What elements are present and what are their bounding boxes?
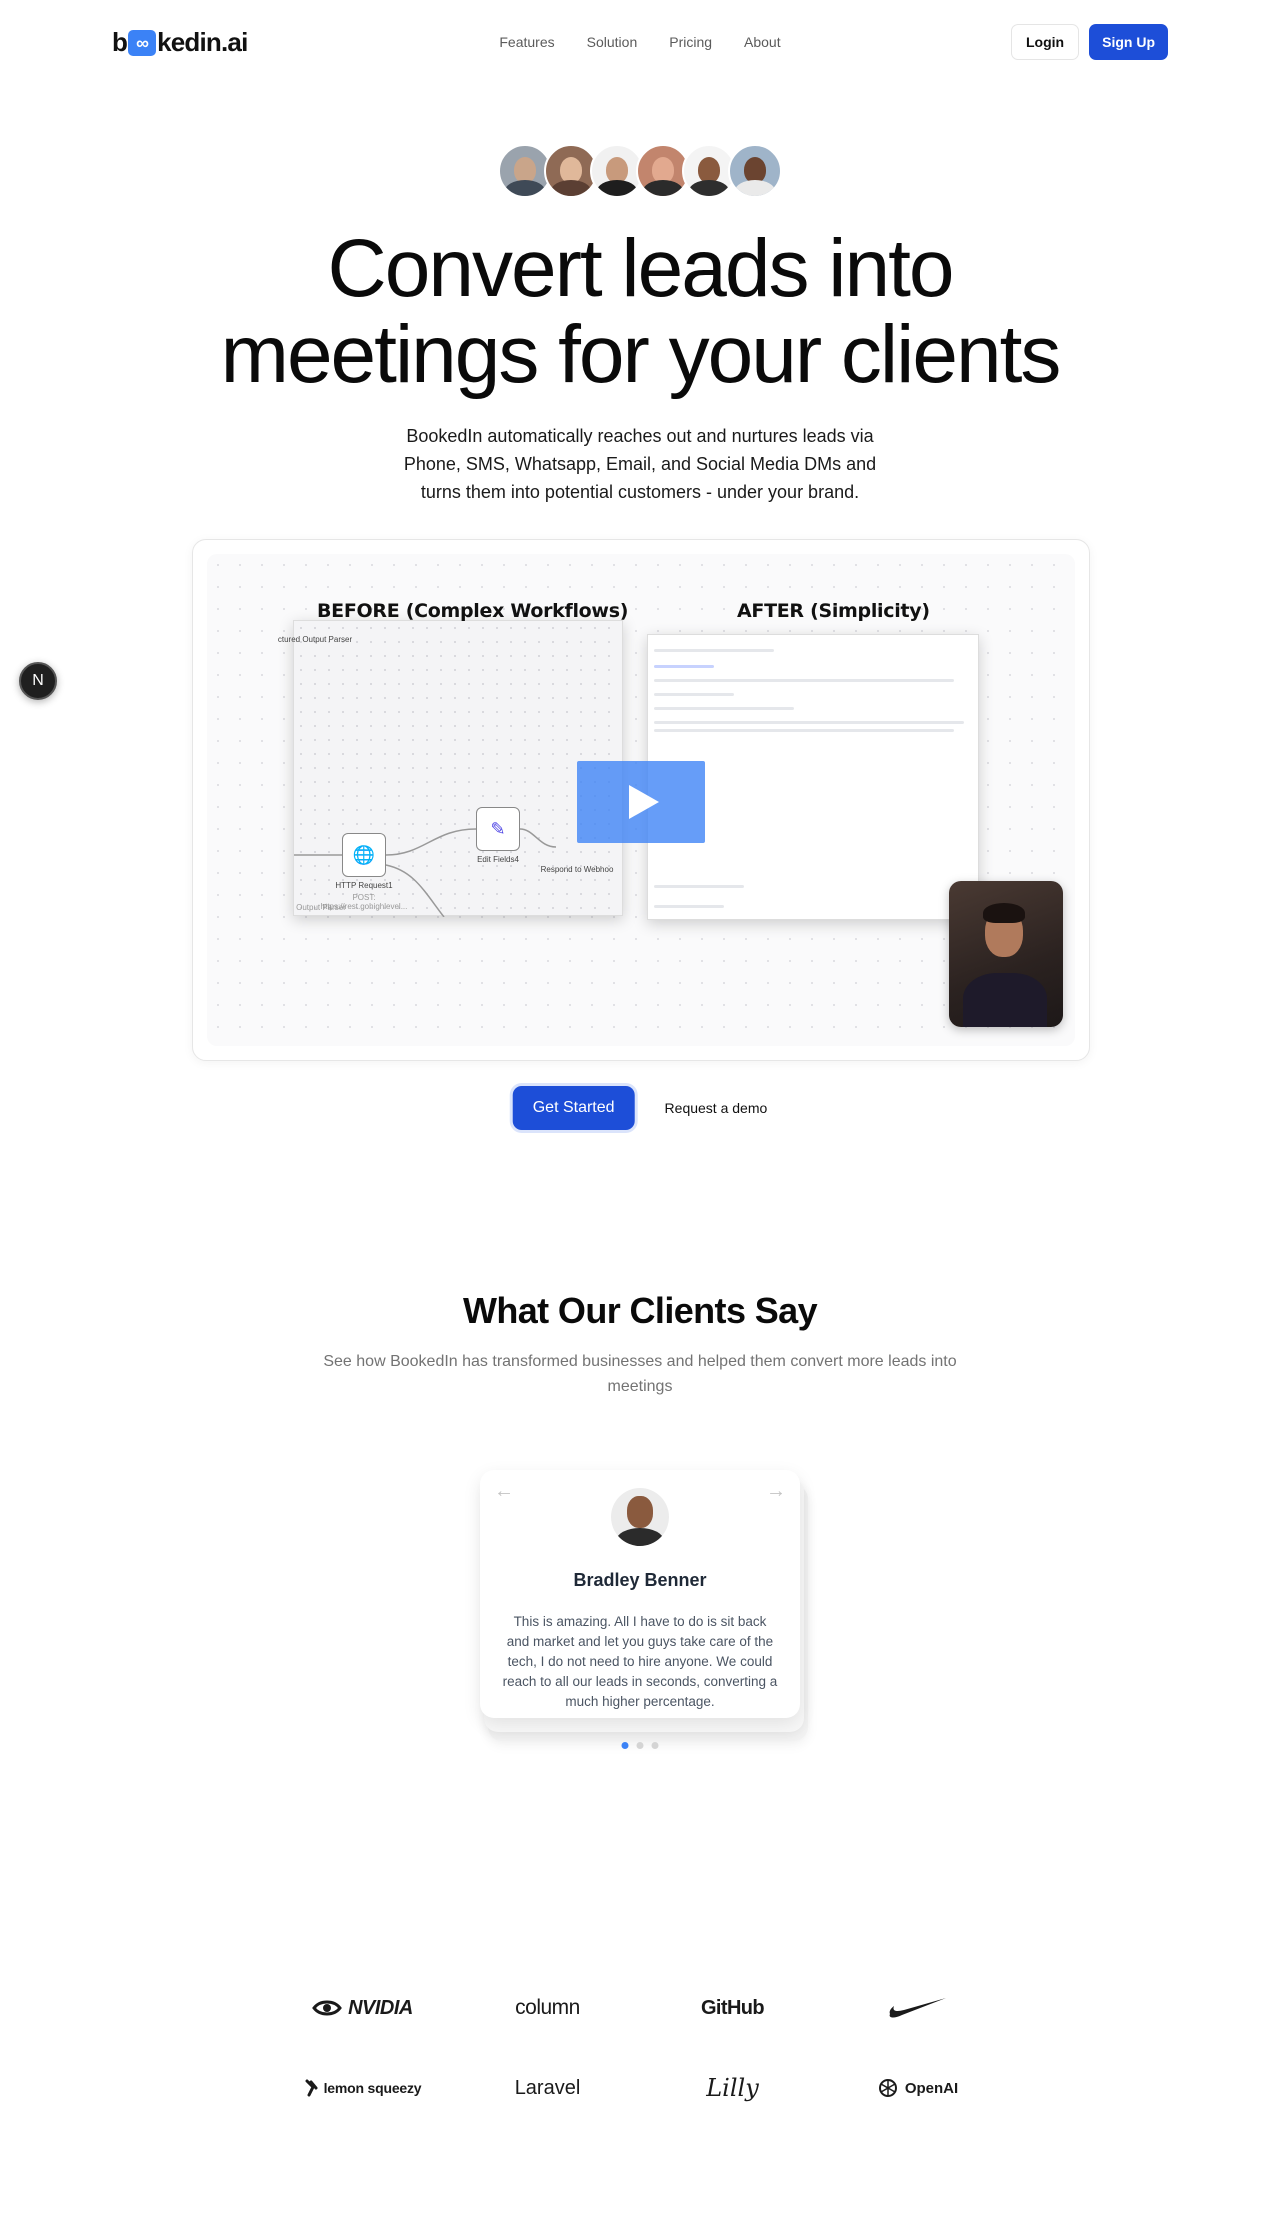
laravel-logo: Laravel	[455, 2070, 640, 2106]
testimonial-name: Bradley Benner	[573, 1570, 707, 1590]
after-line	[654, 905, 724, 908]
before-workflow-panel: ctured Output Parser 🌐 HTTP Request1 POS…	[278, 620, 623, 917]
nav-link-about[interactable]: About	[744, 34, 781, 50]
video-player[interactable]: ctured Output Parser 🌐 HTTP Request1 POS…	[207, 554, 1075, 1046]
after-line	[654, 679, 954, 682]
nav-actions: Login Sign Up	[1011, 24, 1168, 60]
github-logo: GitHub	[640, 1990, 825, 2026]
customer-avatars	[498, 144, 782, 198]
play-icon	[629, 785, 659, 819]
hero-title-line2: meetings for your clients	[220, 309, 1062, 400]
logo-infinity-icon: ∞	[128, 30, 157, 56]
prev-arrow-icon[interactable]: ←	[494, 1480, 514, 1503]
nav-links: Features Solution Pricing About	[499, 34, 780, 50]
openai-wordmark: OpenAI	[904, 2079, 959, 2097]
nvidia-eye-icon	[312, 2000, 342, 2016]
presenter-body	[963, 973, 1047, 1027]
logo-text-suffix: kedin.ai	[157, 26, 248, 57]
nike-logo	[825, 1990, 1010, 2026]
get-started-button[interactable]: Get Started	[512, 1086, 635, 1130]
carousel-dot-3[interactable]	[651, 1742, 659, 1749]
side-widget-button[interactable]: N	[19, 662, 57, 700]
logo-text-prefix: b	[112, 26, 128, 57]
signup-button[interactable]: Sign Up	[1089, 24, 1168, 60]
hero-subtitle: BookedIn automatically reaches out and n…	[403, 426, 877, 502]
avatar-head	[627, 1496, 653, 1528]
page: b ∞ kedin.ai Features Solution Pricing A…	[0, 0, 1280, 2237]
testimonial-avatar	[611, 1488, 669, 1546]
after-line	[654, 721, 964, 724]
github-wordmark: GitHub	[700, 1996, 765, 2019]
presenter-video-thumbnail	[949, 881, 1063, 1027]
play-button[interactable]	[577, 761, 705, 843]
lilly-logo: Lilly	[640, 2070, 825, 2106]
top-nav: b ∞ kedin.ai Features Solution Pricing A…	[112, 22, 1168, 62]
carousel-dot-1[interactable]	[621, 1742, 629, 1749]
workflow-connectors	[294, 828, 557, 917]
avatar-body	[616, 1528, 664, 1546]
nvidia-wordmark: NVIDIA	[348, 1996, 413, 2019]
testimonials-subtitle: See how BookedIn has transformed busines…	[323, 1353, 957, 1395]
request-demo-link[interactable]: Request a demo	[665, 1100, 768, 1116]
lemon-squeezy-wordmark: lemon squeezy	[323, 2080, 422, 2096]
client-logos: NVIDIA column GitHub lemon squeezy Larav…	[270, 1990, 1010, 2106]
openai-logo: OpenAI	[825, 2070, 1010, 2106]
brand-logo[interactable]: b ∞ kedin.ai	[112, 27, 248, 58]
after-line	[654, 729, 954, 732]
after-line	[654, 707, 794, 710]
testimonial-quote: This is amazing. All I have to do is sit…	[502, 1614, 778, 1709]
login-button[interactable]: Login	[1011, 24, 1080, 60]
laravel-wordmark: Laravel	[514, 2076, 581, 2099]
after-line	[654, 693, 734, 696]
nav-link-features[interactable]: Features	[499, 34, 554, 50]
nav-link-solution[interactable]: Solution	[587, 34, 638, 50]
column-wordmark: column	[515, 1996, 580, 2019]
nav-link-pricing[interactable]: Pricing	[669, 34, 712, 50]
carousel-dots	[621, 1742, 659, 1749]
nike-swoosh-icon	[889, 1998, 946, 2018]
testimonials-title: What Our Clients Say	[462, 1290, 818, 1331]
hero-title: Convert leads into meetings for your cli…	[0, 226, 1280, 398]
openai-icon	[878, 2079, 897, 2097]
before-label: BEFORE (Complex Workflows)	[317, 600, 629, 622]
testimonial-card: ← → Bradley Benner This is amazing. All …	[480, 1470, 800, 1718]
column-logo: column	[455, 1990, 640, 2026]
after-line	[654, 885, 744, 888]
lemon-squeezy-icon	[305, 2079, 318, 2097]
after-line	[654, 665, 714, 668]
lilly-wordmark: Lilly	[706, 2074, 759, 2102]
next-arrow-icon[interactable]: →	[766, 1480, 786, 1503]
carousel-dot-2[interactable]	[636, 1742, 644, 1749]
lemon-squeezy-logo: lemon squeezy	[270, 2070, 455, 2106]
hero-title-line1: Convert leads into	[327, 223, 955, 314]
presenter-hair	[983, 903, 1025, 923]
video-card: ctured Output Parser 🌐 HTTP Request1 POS…	[192, 539, 1090, 1061]
after-label: AFTER (Simplicity)	[737, 600, 930, 622]
avatar	[728, 144, 782, 198]
after-line	[654, 649, 774, 652]
nvidia-logo: NVIDIA	[270, 1990, 455, 2026]
cta-row: Get Started Request a demo	[512, 1086, 768, 1130]
